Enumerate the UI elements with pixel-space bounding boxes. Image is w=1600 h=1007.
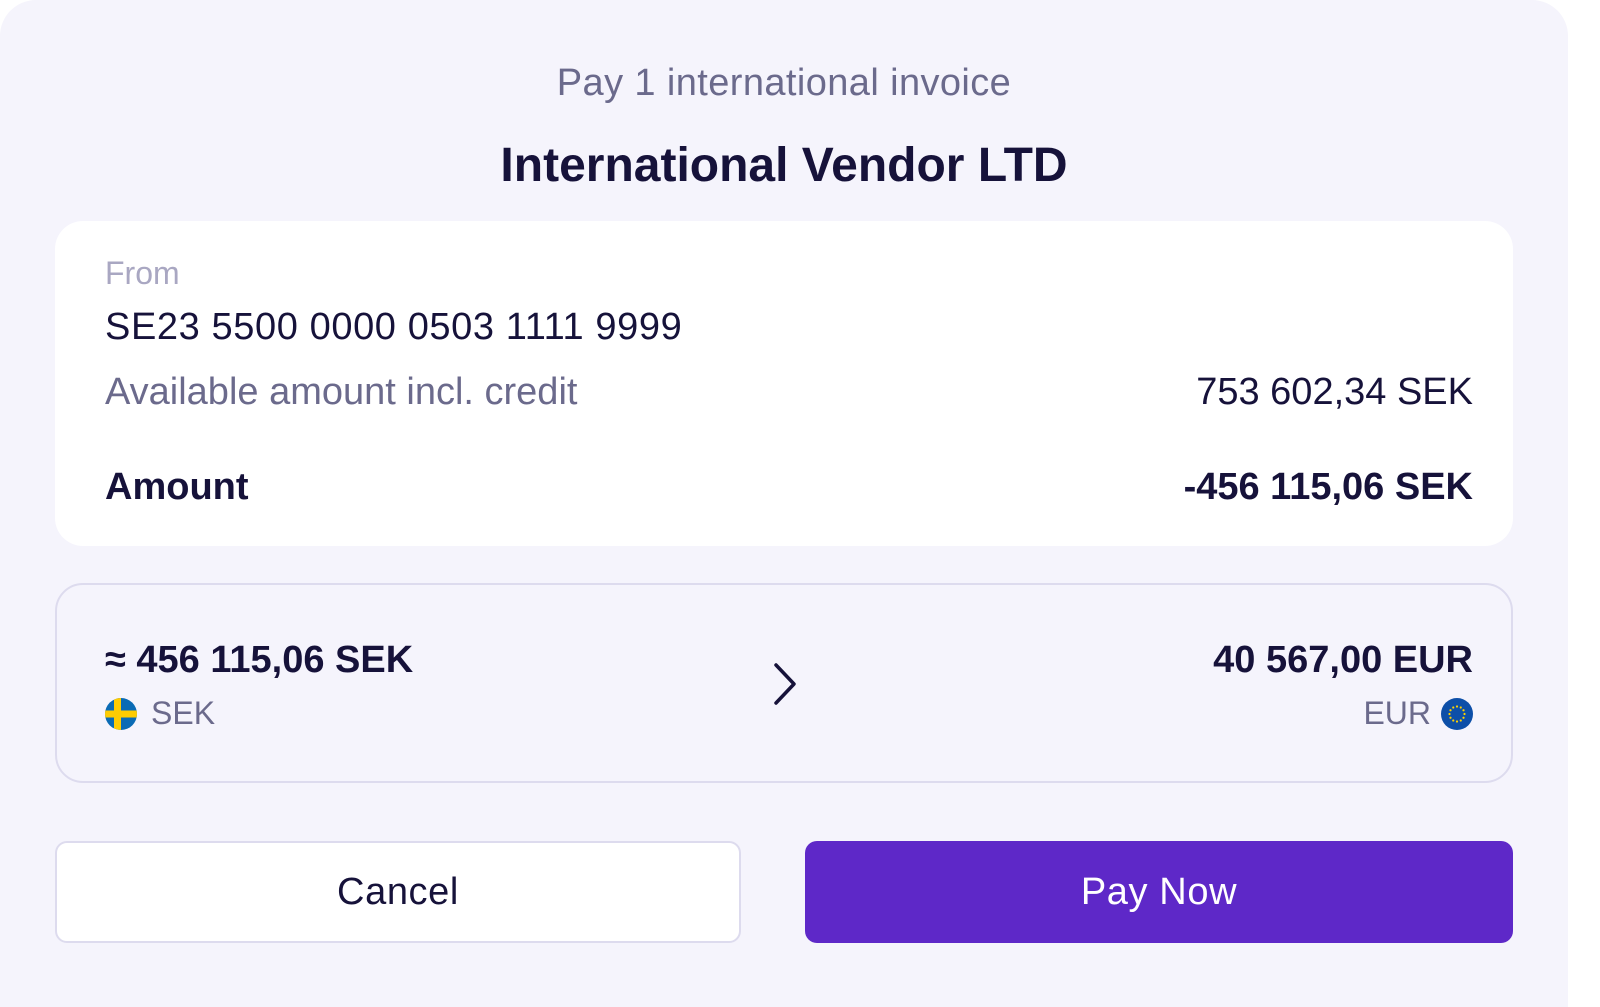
pay-now-button[interactable]: Pay Now bbox=[805, 841, 1513, 943]
source-currency-code: SEK bbox=[151, 695, 216, 731]
dialog-subtitle: Pay 1 international invoice bbox=[556, 62, 1012, 104]
amount-label: Amount bbox=[105, 466, 249, 508]
payment-details-card: From SE23 5500 0000 0503 1111 9999 Avail… bbox=[55, 221, 1513, 546]
target-currency: EUR bbox=[1363, 695, 1473, 732]
cancel-button[interactable]: Cancel bbox=[55, 841, 741, 943]
account-number: SE23 5500 0000 0503 1111 9999 bbox=[105, 306, 683, 348]
amount-value: -456 115,06 SEK bbox=[1183, 466, 1473, 508]
currency-conversion-card: ≈ 456 115,06 SEK SEK 40 567,00 EUR EUR bbox=[55, 583, 1513, 783]
available-amount-value: 753 602,34 SEK bbox=[1196, 371, 1473, 413]
chevron-right-icon bbox=[774, 663, 796, 705]
target-amount: 40 567,00 EUR bbox=[1213, 639, 1473, 681]
available-amount-label: Available amount incl. credit bbox=[105, 371, 578, 413]
payment-dialog: Pay 1 international invoice Internationa… bbox=[0, 0, 1568, 1007]
source-amount: ≈ 456 115,06 SEK bbox=[105, 639, 414, 681]
from-label: From bbox=[105, 255, 180, 291]
sweden-flag-icon bbox=[105, 697, 137, 730]
target-currency-code: EUR bbox=[1363, 695, 1431, 731]
source-currency: SEK bbox=[105, 695, 215, 732]
vendor-name: International Vendor LTD bbox=[500, 139, 1068, 192]
eu-flag-icon bbox=[1441, 697, 1473, 730]
